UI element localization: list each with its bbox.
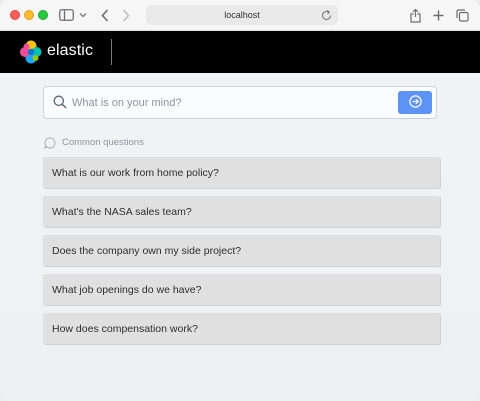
chat-bubble-icon [44, 136, 56, 150]
chevron-down-icon[interactable] [78, 6, 88, 24]
elastic-logo-icon[interactable] [19, 40, 43, 64]
header-divider [111, 39, 112, 65]
search-input[interactable] [72, 93, 392, 113]
question-list: What is our work from home policy? What'… [43, 157, 440, 352]
minimize-window-button[interactable] [24, 10, 34, 20]
question-item[interactable]: What's the NASA sales team? [43, 196, 440, 227]
zoom-window-button[interactable] [38, 10, 48, 20]
question-item[interactable]: How does compensation work? [43, 313, 440, 344]
tab-overview-icon[interactable] [455, 6, 469, 24]
close-window-button[interactable] [10, 10, 20, 20]
address-text: localhost [224, 10, 260, 20]
back-icon[interactable] [99, 6, 111, 24]
forward-icon[interactable] [120, 6, 132, 24]
browser-window: localhost elastic What is on your mind? … [0, 0, 480, 401]
share-icon[interactable] [409, 6, 421, 24]
question-item[interactable]: What job openings do we have? [43, 274, 440, 305]
question-item[interactable]: Does the company own my side project? [43, 235, 440, 266]
search-icon [53, 95, 67, 114]
sidebar-icon[interactable] [58, 6, 74, 24]
submit-button[interactable] [398, 91, 432, 114]
new-tab-icon[interactable] [432, 6, 444, 24]
app-header: elastic [0, 31, 480, 73]
common-questions-label: Common questions [62, 136, 144, 148]
question-item[interactable]: What is our work from home policy? [43, 157, 440, 188]
brand-name: elastic [47, 42, 94, 59]
main-content: Common questions What is our work from h… [0, 73, 480, 401]
arrow-right-circle-icon [408, 94, 422, 111]
browser-toolbar: localhost [0, 0, 480, 31]
search-bar [43, 86, 437, 119]
address-bar[interactable]: localhost [146, 5, 338, 25]
common-questions-heading: Common questions [44, 136, 144, 150]
reload-icon[interactable] [321, 8, 332, 26]
